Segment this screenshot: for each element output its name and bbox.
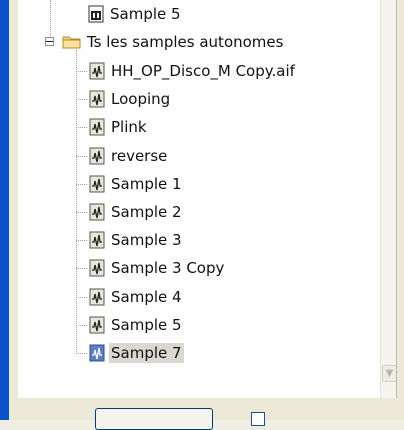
tree-item[interactable]: Sample 3 Copy: [76, 257, 226, 279]
audio-file-icon: [89, 259, 105, 277]
tree-item-label: Sample 3: [111, 231, 182, 249]
collapse-toggle[interactable]: −: [44, 35, 55, 48]
tree-connector: [50, 0, 51, 38]
tree-item-partial[interactable]: Sample 5: [88, 3, 183, 25]
tree-connector: [76, 353, 87, 354]
tree-item-label: reverse: [111, 147, 168, 165]
audio-file-icon: [89, 288, 105, 306]
tree-item[interactable]: Sample 7: [76, 342, 184, 364]
tree-item-label: Sample 2: [111, 203, 182, 221]
dialog-panel: Sample 5 − Ts les samples autonomes HH_O…: [9, 0, 404, 430]
tree-connector: [76, 184, 87, 185]
tree-item[interactable]: Looping: [76, 88, 172, 110]
audio-file-selected-icon: [89, 344, 105, 362]
tree-item-label: Sample 3 Copy: [111, 259, 225, 277]
tree-item[interactable]: Sample 4: [76, 286, 184, 308]
vertical-scrollbar[interactable]: ▼: [380, 0, 396, 398]
tree-item-label: Sample 5: [110, 5, 181, 23]
tree-item[interactable]: Sample 2: [76, 201, 184, 223]
dialog-checkbox[interactable]: [251, 412, 265, 426]
tree-folder-label: Ts les samples autonomes: [87, 33, 284, 51]
tree-connector: [76, 240, 87, 241]
tree-item[interactable]: HH_OP_Disco_M Copy.aif: [76, 60, 297, 82]
audio-file-icon: [89, 90, 105, 108]
tree-connector: [76, 99, 87, 100]
tree-item-label: Looping: [111, 90, 171, 108]
tree-item-label: Sample 1: [111, 175, 182, 193]
tree-connector: [76, 297, 87, 298]
audio-file-icon: [89, 316, 105, 334]
tree-item[interactable]: Sample 5: [76, 314, 184, 336]
midi-file-icon: [88, 5, 104, 23]
audio-file-icon: [89, 175, 105, 193]
tree-item-label: Plink: [111, 118, 147, 136]
sample-tree-view[interactable]: Sample 5 − Ts les samples autonomes HH_O…: [18, 0, 397, 398]
tree-item[interactable]: Sample 3: [76, 229, 184, 251]
tree-connector: [76, 212, 87, 213]
chevron-down-icon: ▼: [385, 368, 394, 379]
tree-item-label: Sample 7: [109, 343, 184, 363]
tree-item-label: Sample 4: [111, 288, 182, 306]
tree-item[interactable]: Plink: [76, 116, 149, 138]
tree-connector: [76, 127, 87, 128]
tree-connector: [76, 50, 77, 354]
tree-item[interactable]: reverse: [76, 145, 169, 167]
tree-connector: [76, 156, 87, 157]
dialog-button[interactable]: [95, 408, 213, 430]
audio-file-icon: [89, 147, 105, 165]
audio-file-icon: [89, 118, 105, 136]
audio-file-icon: [89, 231, 105, 249]
minus-icon: −: [44, 35, 55, 48]
scroll-down-button[interactable]: ▼: [382, 365, 396, 382]
tree-connector: [76, 71, 87, 72]
tree-connector: [76, 325, 87, 326]
tree-connector: [76, 268, 87, 269]
tree-item-label: HH_OP_Disco_M Copy.aif: [111, 62, 295, 80]
tree-item[interactable]: Sample 1: [76, 173, 184, 195]
tree-folder[interactable]: Ts les samples autonomes: [62, 31, 285, 53]
audio-file-icon: [89, 62, 105, 80]
audio-file-icon: [89, 203, 105, 221]
tree-item-label: Sample 5: [111, 316, 182, 334]
folder-icon: [62, 36, 81, 49]
